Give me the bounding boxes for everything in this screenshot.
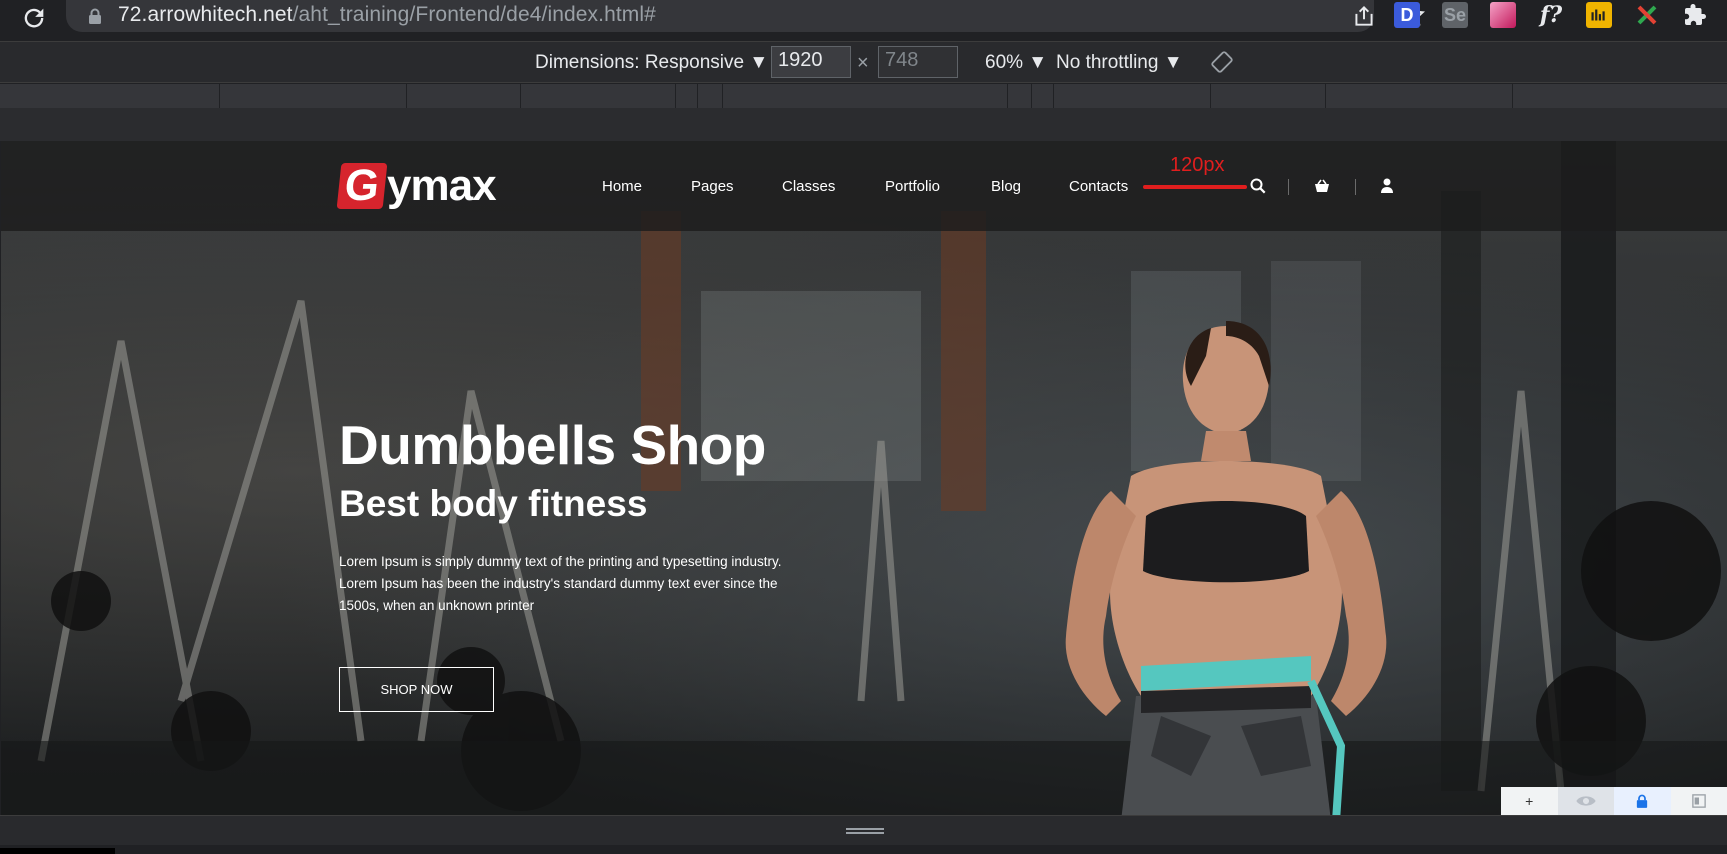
- shop-now-button[interactable]: SHOP NOW: [339, 667, 494, 712]
- resize-bar: [0, 815, 1727, 845]
- user-icon[interactable]: [1378, 177, 1396, 195]
- times-separator: ×: [857, 52, 869, 74]
- share-icon[interactable]: [1351, 3, 1377, 29]
- nav-blog[interactable]: Blog: [991, 178, 1021, 195]
- eye-icon[interactable]: [1557, 787, 1614, 815]
- chart-extension-icon[interactable]: [1586, 2, 1612, 28]
- bottom-strip: [0, 845, 1727, 854]
- bottom-black-block: [0, 848, 115, 854]
- nav-classes[interactable]: Classes: [782, 178, 835, 195]
- resize-handle[interactable]: [846, 828, 884, 834]
- panel-icon[interactable]: [1670, 787, 1727, 815]
- site-header: G ymax Home Pages Classes Portfolio Blog…: [1, 141, 1727, 231]
- nav-home[interactable]: Home: [602, 178, 642, 195]
- add-button[interactable]: +: [1501, 787, 1558, 815]
- media-query-ruler[interactable]: [0, 84, 1727, 108]
- overlay-toolbar: +: [1501, 787, 1727, 815]
- tools-extension-icon[interactable]: [1634, 2, 1660, 28]
- throttling-dropdown[interactable]: No throttling ▼: [1056, 52, 1183, 74]
- width-input[interactable]: 1920: [771, 46, 851, 78]
- basket-icon[interactable]: [1313, 177, 1331, 195]
- gradient-extension-icon[interactable]: [1490, 2, 1516, 28]
- device-toolbar: Dimensions: Responsive ▼ 1920 × 748 60% …: [0, 41, 1727, 83]
- logo-text: ymax: [387, 161, 497, 210]
- height-input[interactable]: 748: [878, 46, 958, 78]
- nav-pages[interactable]: Pages: [691, 178, 734, 195]
- search-icon[interactable]: [1249, 177, 1267, 195]
- nav-contacts[interactable]: Contacts: [1069, 178, 1128, 195]
- se-extension-icon[interactable]: Se: [1442, 2, 1468, 28]
- nav-portfolio[interactable]: Portfolio: [885, 178, 940, 195]
- website-viewport: G ymax Home Pages Classes Portfolio Blog…: [1, 141, 1727, 815]
- hero-title: Dumbbells Shop: [339, 414, 766, 476]
- gym-background-image: [1, 141, 1727, 815]
- gymax-logo[interactable]: G ymax: [336, 161, 497, 211]
- fontface-extension-icon[interactable]: f?: [1538, 2, 1564, 28]
- hero-description: Lorem Ipsum is simply dummy text of the …: [339, 554, 782, 613]
- rotate-icon[interactable]: [1210, 50, 1234, 74]
- address-bar[interactable]: 72.arrowhitech.net/aht_training/Frontend…: [66, 0, 1425, 32]
- viewport-gap: [0, 108, 1727, 141]
- d-extension-icon[interactable]: D: [1394, 2, 1420, 28]
- lock-icon[interactable]: [1614, 787, 1671, 815]
- puzzle-extension-icon[interactable]: [1682, 2, 1708, 28]
- logo-letter: G: [336, 161, 388, 210]
- spacing-annotation-line: [1143, 185, 1247, 189]
- dimensions-dropdown[interactable]: Dimensions: Responsive ▼: [535, 52, 768, 74]
- url-text: 72.arrowhitech.net/aht_training/Frontend…: [118, 3, 656, 26]
- zoom-dropdown[interactable]: 60% ▼: [985, 52, 1047, 74]
- reload-icon[interactable]: [20, 4, 48, 32]
- spacing-annotation-label: 120px: [1170, 154, 1225, 176]
- lock-icon: [89, 8, 101, 24]
- nav-divider: [1288, 179, 1289, 195]
- fitness-woman-image: [1065, 321, 1387, 815]
- nav-divider: [1355, 179, 1356, 195]
- hero-subtitle: Best body fitness: [339, 483, 648, 524]
- browser-toolbar: 72.arrowhitech.net/aht_training/Frontend…: [0, 0, 1727, 40]
